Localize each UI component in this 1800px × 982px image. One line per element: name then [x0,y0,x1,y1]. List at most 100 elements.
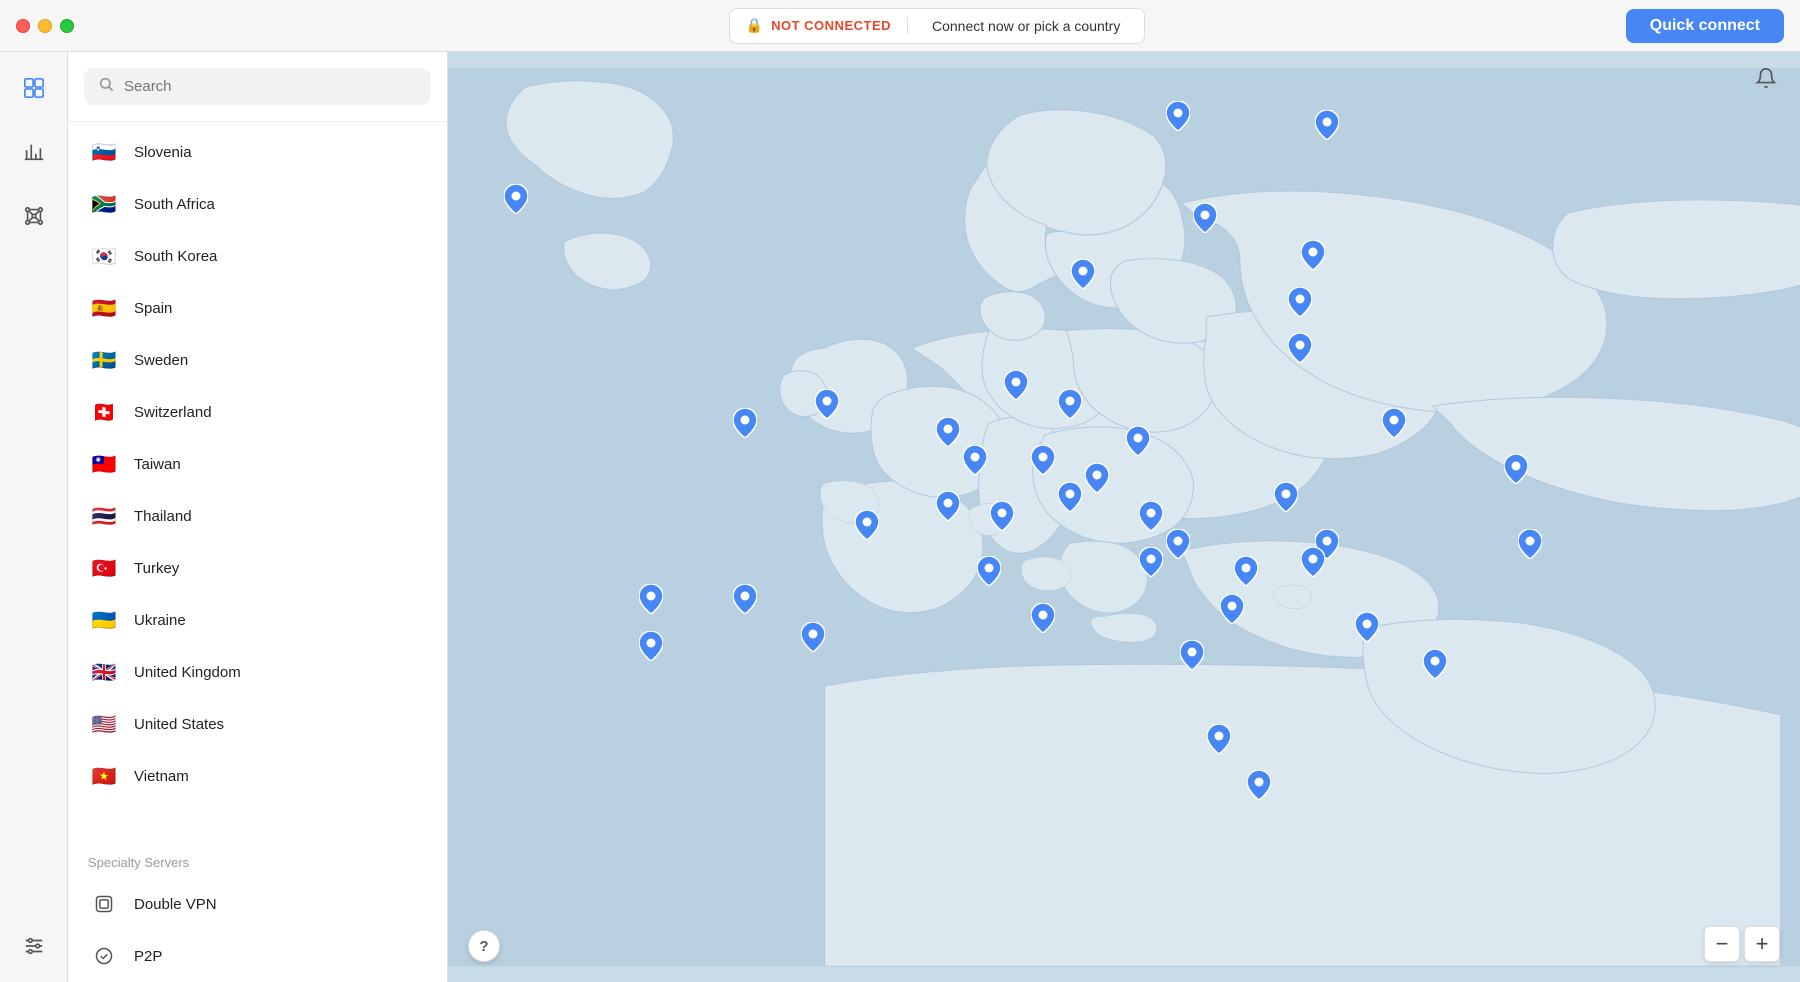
sidebar-item-servers[interactable] [14,68,54,108]
minimize-button[interactable] [38,19,52,33]
map-pin-2[interactable] [1315,110,1339,145]
map-pin-13[interactable] [1126,426,1150,461]
map-pin-10[interactable] [1004,370,1028,405]
map-pin-6[interactable] [1288,287,1312,322]
map-pin-37[interactable] [1518,529,1542,564]
map-pin-30[interactable] [977,556,1001,591]
quick-connect-button[interactable]: Quick connect [1626,9,1784,43]
map-pin-5[interactable] [1301,240,1325,275]
map-pin-24[interactable] [1274,482,1298,517]
specialty-icon-double-vpn [88,888,120,920]
country-item-south-africa[interactable]: 🇿🇦 South Africa [68,178,447,230]
country-name-slovenia: Slovenia [134,144,192,161]
map-pin-35[interactable] [1355,612,1379,647]
country-item-thailand[interactable]: 🇹🇭 Thailand [68,490,447,542]
map-pin-14[interactable] [1058,389,1082,424]
country-list: 🇸🇮 Slovenia 🇿🇦 South Africa 🇰🇷 South Kor… [68,122,447,839]
country-item-switzerland[interactable]: 🇨🇭 Switzerland [68,386,447,438]
sidebar-item-meshnet[interactable] [14,196,54,236]
map-pin-42[interactable] [1247,770,1271,805]
lock-icon: 🔒 [746,17,763,34]
map-pin-15[interactable] [1288,333,1312,368]
country-item-vietnam[interactable]: 🇻🇳 Vietnam [68,750,447,802]
map-pin-17[interactable] [855,510,879,545]
country-flag-taiwan: 🇹🇼 [88,448,120,480]
map-pin-40[interactable] [1423,649,1447,684]
country-name-united-kingdom: United Kingdom [134,664,241,681]
specialty-item-p2p[interactable]: P2P [68,930,447,982]
question-mark-icon: ? [479,938,488,955]
map-pin-21[interactable] [1085,463,1109,498]
sidebar-item-stats[interactable] [14,132,54,172]
country-flag-south-africa: 🇿🇦 [88,188,120,220]
notification-button[interactable] [1748,60,1784,96]
not-connected-label: NOT CONNECTED [771,18,891,33]
map-pin-39[interactable] [639,631,663,666]
country-item-south-korea[interactable]: 🇰🇷 South Korea [68,230,447,282]
map-pin-16[interactable] [1382,408,1406,443]
search-input[interactable] [124,78,417,95]
map-pin-12[interactable] [1031,445,1055,480]
zoom-out-button[interactable]: − [1704,926,1740,962]
sidebar-item-settings[interactable] [14,926,54,966]
map-pin-28[interactable] [733,584,757,619]
country-name-turkey: Turkey [134,560,179,577]
map-pin-3[interactable] [1193,203,1217,238]
title-bar-center: 🔒 NOT CONNECTED Connect now or pick a co… [90,8,1784,44]
close-button[interactable] [16,19,30,33]
country-flag-united-states: 🇺🇸 [88,708,120,740]
map-pin-20[interactable] [1058,482,1082,517]
country-item-ukraine[interactable]: 🇺🇦 Ukraine [68,594,447,646]
country-item-united-kingdom[interactable]: 🇬🇧 United Kingdom [68,646,447,698]
specialty-items-container: Double VPN P2P [68,878,447,982]
traffic-lights [16,19,74,33]
country-item-spain[interactable]: 🇪🇸 Spain [68,282,447,334]
specialty-item-double-vpn[interactable]: Double VPN [68,878,447,930]
country-name-thailand: Thailand [134,508,192,525]
map-pin-34[interactable] [1180,640,1204,675]
map-pin-22[interactable] [1139,501,1163,536]
map-pins-container [448,52,1800,982]
country-flag-thailand: 🇹🇭 [88,500,120,532]
map-pin-27[interactable] [1301,547,1325,582]
map-pin-41[interactable] [1207,724,1231,759]
map-pin-33[interactable] [1220,594,1244,629]
map-pin-18[interactable] [936,491,960,526]
map-pin-23[interactable] [1166,529,1190,564]
map-pin-0[interactable] [504,184,528,219]
map-pin-38[interactable] [639,584,663,619]
map-pin-1[interactable] [1166,101,1190,136]
map-pin-32[interactable] [1139,547,1163,582]
map-pin-11[interactable] [963,445,987,480]
country-name-switzerland: Switzerland [134,404,212,421]
maximize-button[interactable] [60,19,74,33]
zoom-in-button[interactable]: + [1744,926,1780,962]
map-pin-29[interactable] [801,622,825,657]
specialty-icon-p2p [88,940,120,972]
map-pin-36[interactable] [1504,454,1528,489]
country-flag-vietnam: 🇻🇳 [88,760,120,792]
map-pin-31[interactable] [1031,603,1055,638]
country-item-united-states[interactable]: 🇺🇸 United States [68,698,447,750]
zoom-controls: − + [1704,926,1780,962]
country-item-slovenia[interactable]: 🇸🇮 Slovenia [68,126,447,178]
country-flag-sweden: 🇸🇪 [88,344,120,376]
search-input-wrapper[interactable] [84,68,431,105]
country-item-turkey[interactable]: 🇹🇷 Turkey [68,542,447,594]
country-name-sweden: Sweden [134,352,188,369]
help-button[interactable]: ? [468,930,500,962]
country-item-taiwan[interactable]: 🇹🇼 Taiwan [68,438,447,490]
country-item-sweden[interactable]: 🇸🇪 Sweden [68,334,447,386]
specialty-name-double-vpn: Double VPN [134,896,217,913]
map-pin-9[interactable] [936,417,960,452]
connection-status-bar: 🔒 NOT CONNECTED Connect now or pick a co… [729,8,1146,44]
country-flag-turkey: 🇹🇷 [88,552,120,584]
country-name-taiwan: Taiwan [134,456,181,473]
map-pin-7[interactable] [733,408,757,443]
map-pin-26[interactable] [1234,556,1258,591]
map-pin-19[interactable] [990,501,1014,536]
map-pin-4[interactable] [1071,259,1095,294]
country-flag-ukraine: 🇺🇦 [88,604,120,636]
country-flag-united-kingdom: 🇬🇧 [88,656,120,688]
map-pin-8[interactable] [815,389,839,424]
